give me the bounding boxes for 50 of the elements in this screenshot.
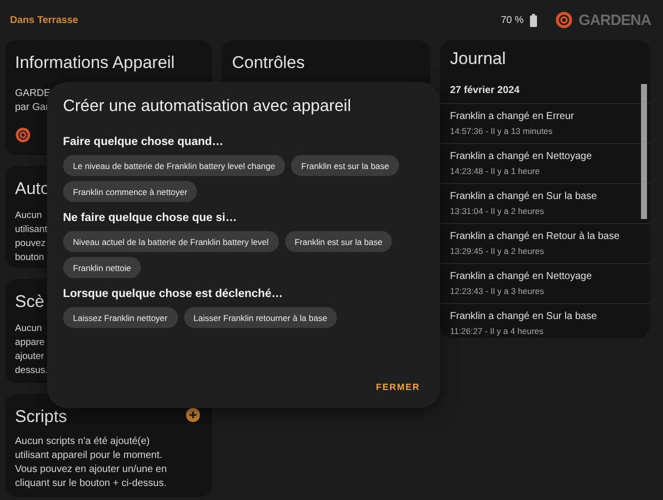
journal-date: 27 février 2024 <box>449 84 521 98</box>
journal-entry: Franklin a changé en Nettoyage <box>450 271 593 282</box>
section-heading: Ne faire quelque chose que si… <box>63 212 238 224</box>
option-chip[interactable]: Niveau actuel de la batterie de Franklin battery level <box>63 231 279 252</box>
add-icon[interactable] <box>186 408 200 422</box>
device-text: par Gar <box>15 101 49 115</box>
journal-time: 13:31:04 - Il y a 2 heures <box>450 206 546 216</box>
option-chip[interactable]: Le niveau de batterie de Franklin battery level change <box>63 155 286 176</box>
journal-entry: Franklin a changé en Nettoyage <box>450 151 593 162</box>
card-title: Scripts <box>15 407 67 427</box>
journal-entry: Franklin a changé en Sur la base <box>450 311 598 322</box>
card-text: pouvez <box>15 237 46 251</box>
card-text: Aucun <box>15 209 42 223</box>
dialog-title: Créer une automatisation avec appareil <box>63 97 352 116</box>
logo-icon <box>554 11 573 29</box>
card-text: utilisant <box>15 223 48 237</box>
card-text: Aucun <box>15 322 42 336</box>
option-chip[interactable]: Laissez Franklin nettoyer <box>63 307 178 328</box>
card-title: Contrôles <box>232 53 305 73</box>
brand-logo: GARDENA <box>578 12 651 28</box>
journal-time: 14:23:48 - Il y a 1 heure <box>450 166 541 176</box>
journal-entry: Franklin a changé en Sur la base <box>450 191 598 202</box>
card-text: ajouter <box>15 350 44 364</box>
journal-time: 12:23:43 - Il y a 3 heures <box>450 286 546 296</box>
option-chip[interactable]: Franklin est sur la base <box>291 155 400 176</box>
device-text: GARDE <box>15 87 51 101</box>
option-chip[interactable]: Franklin commence à nettoyer <box>63 181 198 202</box>
card-title: Scè <box>15 292 44 312</box>
scrollbar-thumb[interactable] <box>641 84 647 219</box>
journal-entry: Franklin a changé en Retour à la base <box>450 231 621 242</box>
journal-time: 14:57:36 - Il y a 13 minutes <box>450 126 554 136</box>
card-title: Informations Appareil <box>15 53 175 73</box>
journal-entry: Franklin a changé en Erreur <box>450 111 575 122</box>
integration-logo-icon <box>15 127 31 143</box>
battery-reading: 70 % <box>500 14 524 26</box>
option-chip[interactable]: Franklin nettoie <box>63 257 142 278</box>
battery-icon <box>530 14 537 26</box>
option-chip[interactable]: Franklin est sur la base <box>284 231 392 252</box>
area-name: Dans Terrasse <box>10 14 80 26</box>
card-title: Journal <box>449 49 507 69</box>
card-text: Aucun scripts n'a été ajouté(e) utilisant appareil pour le moment. Vous pouvez en ajouter un/une en cliquant sur le bouton + ci-dessus. <box>15 435 168 491</box>
journal-time: 11:26:27 - Il y a 4 heures <box>450 326 544 336</box>
close-button[interactable]: FERMER <box>372 378 424 396</box>
section-heading: Lorsque quelque chose est déclenché… <box>63 288 284 300</box>
option-chip[interactable]: Laisser Franklin retourner à la base <box>184 307 338 328</box>
card-text: bouton <box>15 251 44 265</box>
card-text: appare <box>15 336 45 350</box>
section-heading: Faire quelque chose quand… <box>63 136 224 148</box>
card-text: dessus. <box>15 364 48 378</box>
journal-time: 13:29:45 - Il y a 2 heures <box>450 246 546 256</box>
